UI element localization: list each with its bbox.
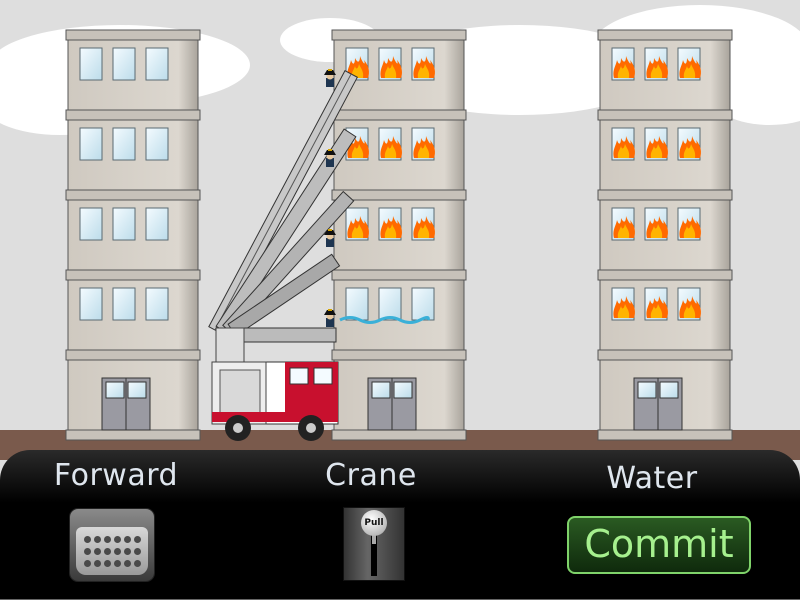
window bbox=[612, 208, 635, 240]
window bbox=[645, 208, 668, 240]
window bbox=[678, 208, 701, 240]
lever-knob[interactable]: Pull bbox=[361, 510, 387, 536]
window bbox=[678, 288, 701, 320]
window bbox=[112, 207, 136, 241]
window bbox=[412, 128, 435, 160]
buildings bbox=[65, 29, 733, 441]
window bbox=[645, 288, 668, 320]
window bbox=[112, 287, 136, 321]
forward-label: Forward bbox=[53, 458, 179, 493]
window bbox=[612, 48, 635, 80]
window bbox=[612, 288, 635, 320]
building bbox=[65, 29, 201, 441]
building bbox=[597, 29, 733, 441]
window bbox=[79, 287, 103, 321]
window bbox=[346, 208, 369, 240]
window bbox=[145, 287, 169, 321]
crane-label: Crane bbox=[325, 458, 417, 493]
window bbox=[112, 127, 136, 161]
window bbox=[145, 127, 169, 161]
pedal-icon[interactable] bbox=[70, 509, 154, 581]
window bbox=[79, 207, 103, 241]
window bbox=[112, 47, 136, 81]
window bbox=[378, 287, 402, 321]
window bbox=[145, 207, 169, 241]
window bbox=[379, 128, 402, 160]
window bbox=[678, 128, 701, 160]
window bbox=[645, 48, 668, 80]
window bbox=[678, 48, 701, 80]
window bbox=[345, 287, 369, 321]
window bbox=[145, 47, 169, 81]
window bbox=[411, 287, 435, 321]
window bbox=[379, 48, 402, 80]
window bbox=[79, 47, 103, 81]
building bbox=[331, 29, 467, 441]
lever-icon[interactable]: Pull bbox=[344, 508, 404, 580]
water-label: Water bbox=[606, 461, 698, 496]
commit-button[interactable]: Commit bbox=[567, 516, 751, 574]
pedal-face bbox=[76, 527, 148, 575]
window bbox=[79, 127, 103, 161]
window bbox=[612, 128, 635, 160]
window bbox=[412, 48, 435, 80]
window bbox=[412, 208, 435, 240]
window bbox=[645, 128, 668, 160]
window bbox=[379, 208, 402, 240]
fire-truck bbox=[211, 327, 339, 441]
